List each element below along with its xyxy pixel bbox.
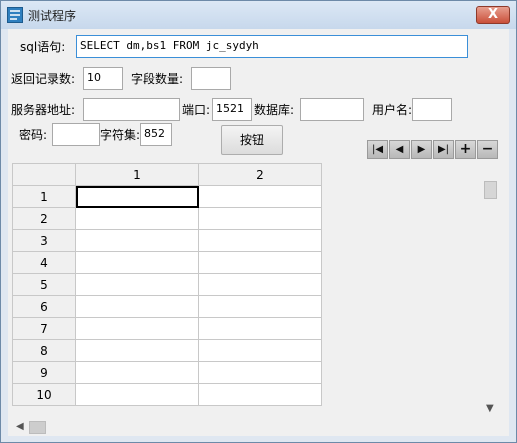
row-header[interactable]: 9 bbox=[12, 361, 76, 384]
grid-cell[interactable] bbox=[198, 185, 322, 208]
table-row: 10 bbox=[12, 383, 322, 406]
scroll-down-icon[interactable]: ▼ bbox=[486, 403, 494, 414]
grid-cell[interactable] bbox=[198, 229, 322, 252]
window-title: 测试程序 bbox=[28, 9, 77, 23]
grid-corner bbox=[12, 163, 76, 186]
username-label: 用户名: bbox=[372, 103, 413, 117]
server-label: 服务器地址: bbox=[11, 103, 76, 117]
grid-cell[interactable] bbox=[75, 251, 199, 274]
sql-input[interactable]: SELECT dm,bs1 FROM jc_sydyh bbox=[76, 35, 468, 58]
horizontal-scroll-thumb[interactable] bbox=[29, 421, 46, 434]
grid-cell[interactable] bbox=[75, 229, 199, 252]
row-header[interactable]: 2 bbox=[12, 207, 76, 230]
username-input[interactable] bbox=[412, 98, 452, 121]
table-row: 8 bbox=[12, 339, 322, 362]
grid-cell[interactable] bbox=[198, 383, 322, 406]
return-count-input[interactable]: 10 bbox=[83, 67, 123, 90]
first-record-button[interactable]: |◀ bbox=[367, 140, 388, 159]
field-count-label: 字段数量: bbox=[131, 72, 184, 86]
grid-cell[interactable] bbox=[198, 273, 322, 296]
table-row: 1 bbox=[12, 185, 322, 208]
table-row: 2 bbox=[12, 207, 322, 230]
grid-cell[interactable] bbox=[198, 339, 322, 362]
row-header[interactable]: 1 bbox=[12, 185, 76, 208]
database-label: 数据库: bbox=[254, 103, 295, 117]
grid-cell[interactable] bbox=[75, 273, 199, 296]
grid-table: 1 2 1 2 3 4 5 6 7 8 9 10 bbox=[12, 163, 322, 406]
prev-record-button[interactable]: ◀ bbox=[389, 140, 410, 159]
horizontal-scrollbar[interactable]: ◀ bbox=[12, 419, 482, 436]
grid-cell[interactable] bbox=[198, 361, 322, 384]
close-button[interactable]: X bbox=[476, 6, 510, 24]
grid-cell[interactable] bbox=[75, 339, 199, 362]
grid-cell[interactable] bbox=[198, 251, 322, 274]
delete-record-button[interactable]: − bbox=[477, 140, 498, 159]
column-header[interactable]: 1 bbox=[75, 163, 199, 186]
client-area: sql语句: SELECT dm,bs1 FROM jc_sydyh 返回记录数… bbox=[8, 29, 509, 436]
field-count-input[interactable] bbox=[191, 67, 231, 90]
grid-cell[interactable] bbox=[75, 317, 199, 340]
table-row: 6 bbox=[12, 295, 322, 318]
grid-cell[interactable] bbox=[198, 295, 322, 318]
main-window: 测试程序 X sql语句: SELECT dm,bs1 FROM jc_sydy… bbox=[0, 0, 517, 443]
charset-label: 字符集: bbox=[100, 128, 141, 142]
sql-label: sql语句: bbox=[20, 40, 66, 54]
database-input[interactable] bbox=[300, 98, 364, 121]
grid-cell[interactable] bbox=[75, 185, 199, 208]
grid-cell[interactable] bbox=[198, 317, 322, 340]
grid-header-row: 1 2 bbox=[12, 163, 322, 186]
grid-cell[interactable] bbox=[75, 207, 199, 230]
port-input[interactable]: 1521 bbox=[212, 98, 252, 121]
table-row: 4 bbox=[12, 251, 322, 274]
app-icon bbox=[7, 7, 23, 23]
column-header[interactable]: 2 bbox=[198, 163, 322, 186]
row-header[interactable]: 4 bbox=[12, 251, 76, 274]
table-row: 7 bbox=[12, 317, 322, 340]
grid-cell[interactable] bbox=[75, 383, 199, 406]
row-header[interactable]: 5 bbox=[12, 273, 76, 296]
charset-input[interactable]: 852 bbox=[140, 123, 172, 146]
table-row: 9 bbox=[12, 361, 322, 384]
vertical-scrollbar[interactable]: ▼ bbox=[482, 175, 499, 419]
password-label: 密码: bbox=[19, 128, 48, 142]
server-input[interactable] bbox=[83, 98, 180, 121]
table-row: 3 bbox=[12, 229, 322, 252]
vertical-scroll-thumb[interactable] bbox=[484, 181, 497, 199]
data-grid[interactable]: 1 2 1 2 3 4 5 6 7 8 9 10 bbox=[12, 163, 502, 419]
action-button[interactable]: 按钮 bbox=[221, 125, 283, 155]
row-header[interactable]: 8 bbox=[12, 339, 76, 362]
table-row: 5 bbox=[12, 273, 322, 296]
port-label: 端口: bbox=[182, 103, 211, 117]
row-header[interactable]: 6 bbox=[12, 295, 76, 318]
grid-cell[interactable] bbox=[75, 361, 199, 384]
password-input[interactable] bbox=[52, 123, 100, 146]
row-header[interactable]: 3 bbox=[12, 229, 76, 252]
title-bar[interactable]: 测试程序 X bbox=[1, 1, 516, 29]
grid-cell[interactable] bbox=[198, 207, 322, 230]
add-record-button[interactable]: + bbox=[455, 140, 476, 159]
scroll-left-icon[interactable]: ◀ bbox=[16, 421, 24, 432]
grid-cell[interactable] bbox=[75, 295, 199, 318]
next-record-button[interactable]: ▶ bbox=[411, 140, 432, 159]
row-header[interactable]: 7 bbox=[12, 317, 76, 340]
row-header[interactable]: 10 bbox=[12, 383, 76, 406]
last-record-button[interactable]: ▶| bbox=[433, 140, 454, 159]
return-count-label: 返回记录数: bbox=[11, 72, 76, 86]
